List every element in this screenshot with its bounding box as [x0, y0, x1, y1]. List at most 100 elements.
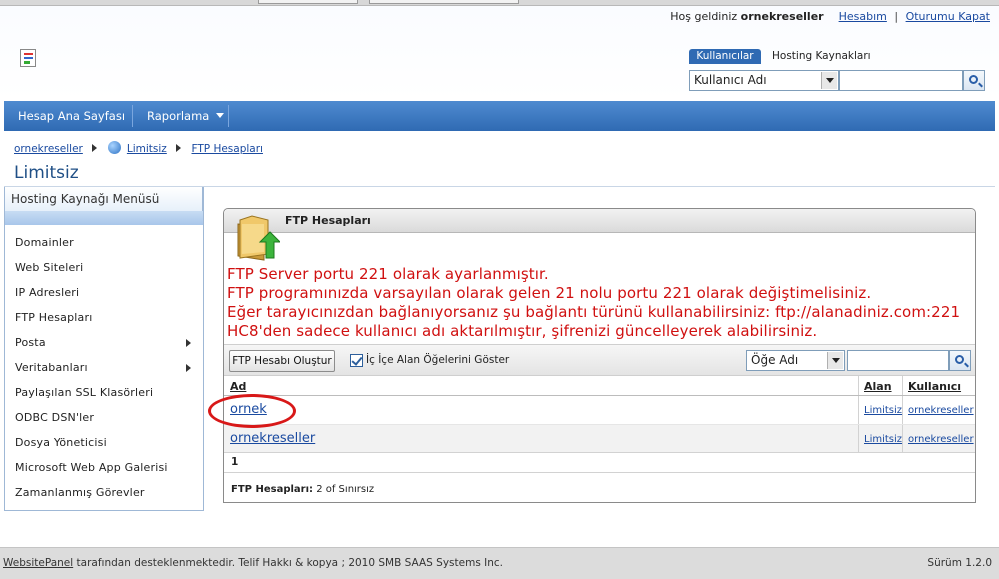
nav-reports[interactable]: Raporlama — [147, 101, 225, 131]
sidebar-item-label: IP Adresleri — [15, 286, 80, 299]
chevron-right-icon — [186, 364, 191, 372]
search-icon — [969, 75, 978, 84]
main-nav: Hesap Ana Sayfası Raporlama — [4, 101, 995, 131]
notice-line: Eğer tarayıcınızdan bağlanıyorsanız şu b… — [227, 303, 961, 321]
sidebar-item-label: Posta — [15, 336, 46, 349]
item-count-label: FTP Hesapları: — [231, 484, 314, 495]
sidebar-title: Hosting Kaynağı Menüsü — [5, 187, 203, 211]
space-link[interactable]: Limitsiz — [864, 405, 902, 416]
breadcrumb: ornekreseller Limitsiz FTP Hesapları — [14, 141, 263, 157]
nav-divider — [228, 105, 229, 127]
ftp-account-link[interactable]: ornekreseller — [230, 431, 315, 446]
breadcrumb-ftp[interactable]: FTP Hesapları — [192, 143, 263, 155]
create-ftp-account-button[interactable]: FTP Hesabı Oluştur — [229, 350, 335, 372]
sidebar-item-ftp-accounts[interactable]: FTP Hesapları — [5, 305, 203, 330]
sidebar-item-label: Veritabanları — [15, 361, 88, 374]
user-link[interactable]: ornekreseller — [908, 405, 974, 416]
sidebar-menu: Domainler Web Siteleri IP Adresleri FTP … — [5, 230, 203, 505]
notice-line: FTP Server portu 221 olarak ayarlanmıştı… — [227, 265, 549, 283]
page-number[interactable]: 1 — [231, 456, 238, 468]
chevron-right-icon — [186, 339, 191, 347]
sidebar-item-scheduled-tasks[interactable]: Zamanlanmış Görevler — [5, 480, 203, 505]
chevron-down-icon[interactable] — [821, 72, 837, 89]
sidebar-item-web-app-gallery[interactable]: Microsoft Web App Galerisi — [5, 455, 203, 480]
table-row: ornekreseller Limitsiz ornekreseller — [224, 425, 975, 453]
nav-account-home[interactable]: Hesap Ana Sayfası — [18, 101, 125, 131]
filter-input[interactable] — [847, 350, 949, 371]
item-count-value: 2 of Sınırsız — [316, 484, 375, 495]
sidebar-item-label: Domainler — [15, 236, 74, 249]
chevron-right-icon — [176, 144, 182, 152]
user-search-input[interactable] — [839, 70, 963, 91]
tab-hosting-resources[interactable]: Hosting Kaynakları — [772, 49, 882, 64]
sidebar-item-label: Dosya Yöneticisi — [15, 436, 107, 449]
notice-line: FTP programınızda varsayılan olarak gele… — [227, 284, 872, 302]
search-field-select-value: Kullanıcı Adı — [694, 73, 767, 87]
welcome-text: Hoş geldiniz — [670, 10, 738, 23]
tab-users[interactable]: Kullanıcılar — [689, 49, 761, 64]
sidebar-item-web-sites[interactable]: Web Siteleri — [5, 255, 203, 280]
version-label: Sürüm 1.2.0 — [927, 557, 992, 569]
breadcrumb-reseller[interactable]: ornekreseller — [14, 143, 83, 155]
separator: | — [894, 10, 899, 23]
chevron-down-icon[interactable] — [827, 352, 843, 369]
footer-text: tarafından desteklenmektedir. Telif Hakk… — [73, 557, 503, 569]
pager: 1 — [224, 453, 975, 473]
column-header-name[interactable]: Ad — [230, 380, 246, 393]
ftp-accounts-panel: FTP Hesapları FTP Server portu 221 olara… — [223, 208, 976, 503]
highlight-ellipse — [208, 394, 296, 428]
sidebar-item-label: Microsoft Web App Galerisi — [15, 461, 168, 474]
sidebar-item-label: Zamanlanmış Görevler — [15, 486, 145, 499]
sidebar-item-ip-addresses[interactable]: IP Adresleri — [5, 280, 203, 305]
filter-field-select-value: Öğe Adı — [751, 353, 799, 367]
search-icon — [955, 355, 964, 364]
sidebar-item-label: FTP Hesapları — [15, 311, 93, 324]
username: ornekreseller — [740, 10, 824, 23]
page-title: Limitsiz — [14, 163, 79, 183]
sidebar-item-mail[interactable]: Posta — [5, 330, 203, 355]
globe-icon — [107, 141, 121, 154]
sidebar-item-databases[interactable]: Veritabanları — [5, 355, 203, 380]
ftp-notice: FTP Server portu 221 olarak ayarlanmıştı… — [227, 265, 967, 341]
user-search: Kullanıcı Adı — [689, 70, 985, 91]
header: Hoş geldiniz ornekreseller Hesabım | Otu… — [0, 6, 999, 100]
panel-header: FTP Hesapları — [224, 209, 975, 233]
search-field-select[interactable]: Kullanıcı Adı — [689, 70, 839, 91]
panel-title: FTP Hesapları — [285, 214, 371, 227]
page-footer: WebsitePanel tarafından desteklenmektedi… — [0, 547, 999, 579]
sidebar-item-odbc-dsn[interactable]: ODBC DSN'ler — [5, 405, 203, 430]
sidebar-item-label: Paylaşılan SSL Klasörleri — [15, 386, 154, 399]
space-link[interactable]: Limitsiz — [864, 434, 902, 445]
item-count: FTP Hesapları: 2 of Sınırsız — [224, 478, 975, 500]
column-header-user[interactable]: Kullanıcı — [908, 380, 961, 393]
sidebar-item-domains[interactable]: Domainler — [5, 230, 203, 255]
user-link[interactable]: ornekreseller — [908, 434, 974, 445]
column-header-space[interactable]: Alan — [864, 380, 892, 393]
chevron-right-icon — [92, 144, 98, 152]
logo-icon[interactable] — [20, 49, 36, 67]
table-row: ornek Limitsiz ornekreseller — [224, 396, 975, 425]
sidebar-item-file-manager[interactable]: Dosya Yöneticisi — [5, 430, 203, 455]
sidebar-item-label: Web Siteleri — [15, 261, 84, 274]
filter-field-select[interactable]: Öğe Adı — [746, 350, 845, 371]
folder-upload-icon — [237, 215, 280, 261]
notice-line: HC8'den sadece kullanıcı adı aktarılmışt… — [227, 322, 818, 340]
nav-divider — [132, 105, 133, 127]
filter-search-button[interactable] — [949, 350, 971, 371]
breadcrumb-space[interactable]: Limitsiz — [127, 143, 167, 155]
footer-brand-link[interactable]: WebsitePanel — [3, 557, 73, 569]
account-link[interactable]: Hesabım — [839, 10, 887, 23]
sidebar-header-bar — [5, 211, 203, 225]
logout-link[interactable]: Oturumu Kapat — [906, 10, 990, 23]
table-header: Ad Alan Kullanıcı — [224, 376, 975, 396]
browser-tab[interactable] — [258, 0, 358, 4]
show-nested-checkbox[interactable] — [350, 354, 363, 367]
sidebar-item-shared-ssl[interactable]: Paylaşılan SSL Klasörleri — [5, 380, 203, 405]
show-nested-label: İç İçe Alan Öğelerini Göster — [366, 354, 510, 366]
browser-tab[interactable] — [369, 0, 519, 4]
user-search-button[interactable] — [963, 70, 985, 91]
sidebar: Hosting Kaynağı Menüsü Domainler Web Sit… — [4, 187, 204, 511]
chevron-down-icon — [216, 113, 225, 118]
nav-reports-label: Raporlama — [147, 109, 210, 123]
sidebar-item-label: ODBC DSN'ler — [15, 411, 95, 424]
